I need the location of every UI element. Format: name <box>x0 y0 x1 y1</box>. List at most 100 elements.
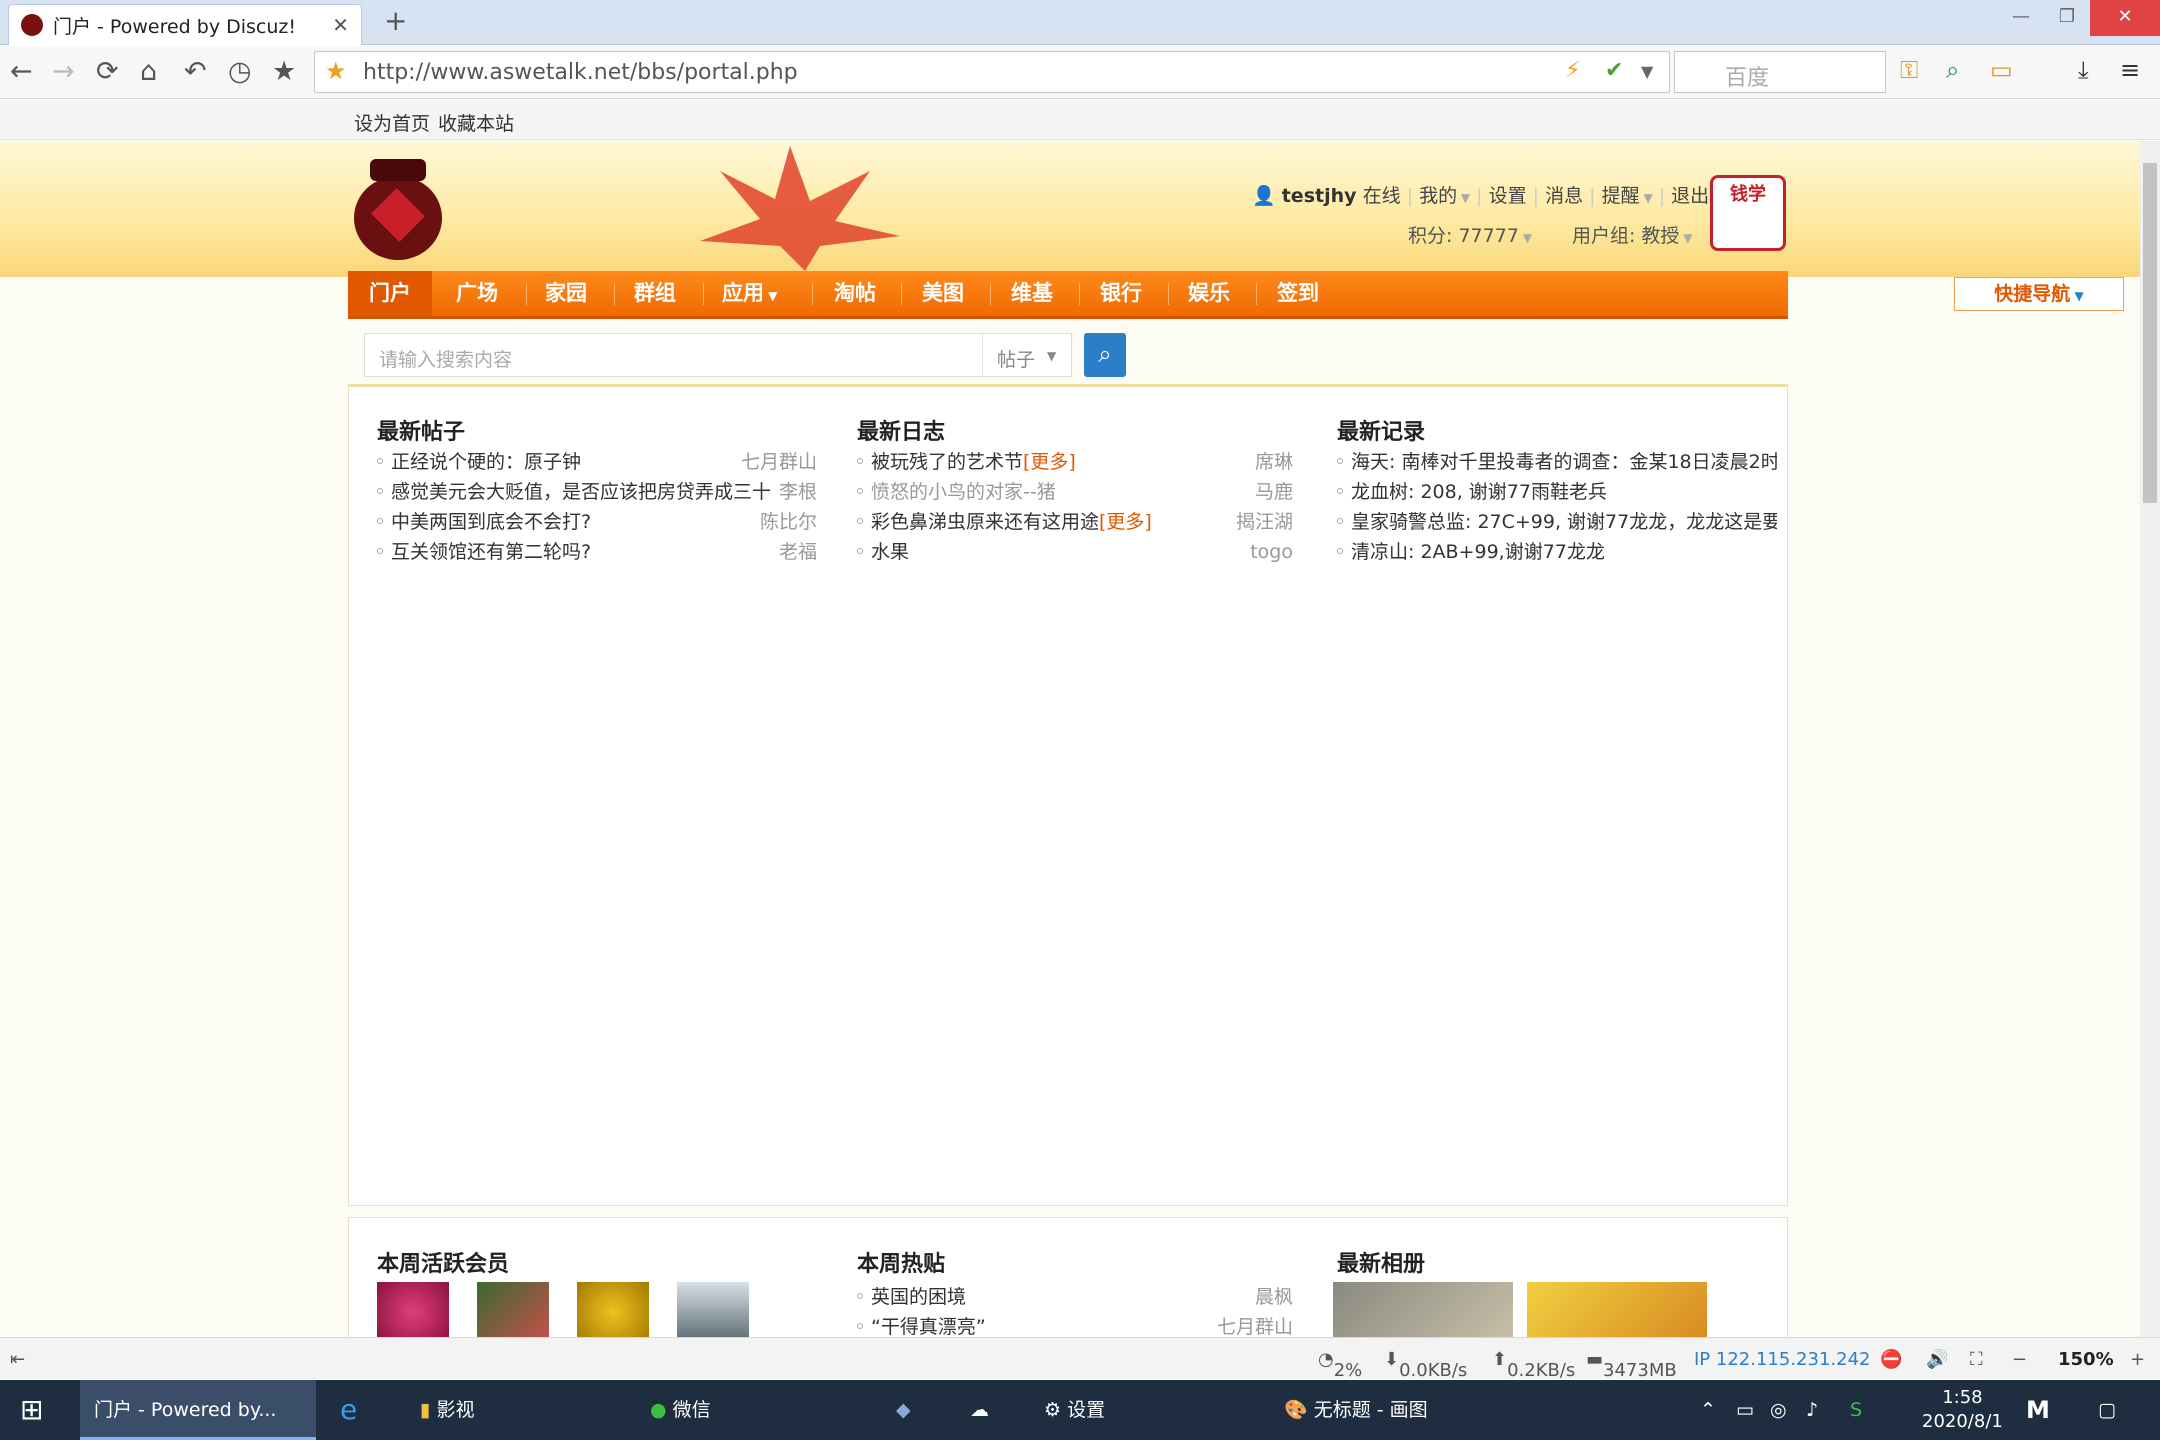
close-window-icon[interactable]: ✕ <box>2090 0 2160 36</box>
find-icon[interactable]: ⌕ <box>1946 56 1959 84</box>
list-item[interactable]: 愤怒的小鸟的对家--猪 马鹿 <box>857 477 1293 507</box>
ip-address: IP 122.115.231.242 <box>1694 1349 1871 1370</box>
album-thumbnail[interactable] <box>1527 1282 1707 1337</box>
bookmark-set-home[interactable]: 设为首页 <box>354 109 430 136</box>
taskbar-paint[interactable]: 🎨 无标题 - 画图 <box>1284 1380 1428 1440</box>
fullscreen-icon[interactable]: ⛶ <box>1970 1349 1983 1370</box>
taskbar: ⊞ 门户 - Powered by... e ▮ 影视 ● 微信 ◆ ☁ ⚙ 设… <box>0 1380 2160 1440</box>
lightning-icon[interactable]: ⚡ <box>1565 58 1580 83</box>
list-item[interactable]: 皇家骑警总监: 27C+99, 谢谢77龙龙，龙龙这是要爆 <box>1337 507 1777 537</box>
logout-link[interactable]: 退出 <box>1671 185 1709 207</box>
favorites-icon[interactable]: ★ <box>272 56 296 87</box>
network-icon[interactable]: ◎ <box>1770 1380 1787 1440</box>
zoom-level[interactable]: 150% <box>2058 1349 2114 1370</box>
quick-nav-button[interactable]: 快捷导航 ▼ <box>1954 277 2124 311</box>
username-link[interactable]: testjhy <box>1282 185 1357 207</box>
menu-apps[interactable]: 应用 ▼ <box>722 271 777 316</box>
taskbar-video[interactable]: ▮ 影视 <box>410 1380 475 1440</box>
list-item[interactable]: 清凉山: 2AB+99,谢谢77龙龙 <box>1337 537 1777 567</box>
points-link[interactable]: 积分: 77777 <box>1408 225 1519 247</box>
sidebar-toggle-icon[interactable]: ⇤ <box>10 1349 25 1370</box>
search-type-select[interactable]: 帖子 ▼ <box>982 333 1072 377</box>
page-scrollbar[interactable] <box>2140 141 2160 1337</box>
menu-home[interactable]: 家园 <box>545 271 587 316</box>
online-status[interactable]: 在线 <box>1363 185 1401 207</box>
tray-chevron-icon[interactable]: ⌃ <box>1700 1380 1716 1440</box>
list-item[interactable]: 海天: 南棒对千里投毒者的调查：金某18日凌晨2时 ... <box>1337 447 1777 477</box>
key-icon[interactable]: ⚿ <box>1900 56 1918 84</box>
menu-checkin[interactable]: 签到 <box>1277 271 1319 316</box>
volume-icon[interactable]: 🔊 <box>1926 1349 1948 1370</box>
bookmark-star-icon[interactable]: ★ <box>325 57 347 85</box>
close-tab-icon[interactable]: ✕ <box>332 13 349 37</box>
dropdown-icon[interactable]: ▼ <box>1641 62 1653 81</box>
my-link[interactable]: 我的 <box>1419 185 1457 207</box>
list-item[interactable]: 水果 togo <box>857 537 1293 567</box>
site-search-input[interactable]: 请输入搜索内容 <box>364 333 984 377</box>
reload-icon[interactable]: ⟳ <box>96 56 119 87</box>
plugin-icon[interactable]: ✔ <box>1605 58 1623 83</box>
clock[interactable]: 1:58 2020/8/1 <box>1922 1386 2003 1446</box>
download-icon[interactable]: ⤓ <box>2078 56 2089 84</box>
minimize-icon[interactable]: — <box>1998 0 2044 36</box>
usergroup-link[interactable]: 用户组: 教授 <box>1572 225 1679 247</box>
address-bar[interactable]: ★ http://www.aswetalk.net/bbs/portal.php… <box>314 51 1670 93</box>
baidu-netdisk-icon[interactable]: ☁ <box>970 1380 989 1440</box>
restore-icon[interactable]: ❐ <box>2044 0 2090 36</box>
menu-bank[interactable]: 银行 <box>1100 271 1142 316</box>
list-item[interactable]: 英国的困境 晨枫 <box>857 1282 1293 1312</box>
taskbar-browser[interactable]: 门户 - Powered by... <box>80 1380 316 1440</box>
taskbar-settings[interactable]: ⚙ 设置 <box>1044 1380 1105 1440</box>
menu-entertainment[interactable]: 娱乐 <box>1188 271 1230 316</box>
site-logo[interactable] <box>348 153 448 263</box>
zoom-in-icon[interactable]: + <box>2130 1349 2145 1370</box>
avatar[interactable] <box>477 1282 549 1337</box>
messages-link[interactable]: 消息 <box>1545 185 1583 207</box>
security-tray-icon[interactable]: S <box>1850 1380 1862 1440</box>
list-item[interactable]: 彩色鼻涕虫原来还有这用途[更多] 揭汪湖 <box>857 507 1293 537</box>
forward-icon[interactable]: → <box>52 56 75 87</box>
settings-link[interactable]: 设置 <box>1489 185 1527 207</box>
adblock-icon[interactable]: ⛔ <box>1880 1349 1902 1370</box>
avatar[interactable] <box>677 1282 749 1337</box>
edge-icon[interactable]: e <box>340 1380 357 1440</box>
menu-portal[interactable]: 门户 <box>348 271 432 316</box>
undo-close-icon[interactable]: ↶ <box>184 56 207 87</box>
search-engine-box[interactable]: 百度 <box>1674 51 1886 93</box>
window-icon[interactable]: ▭ <box>1990 56 2013 84</box>
back-icon[interactable]: ← <box>10 56 33 87</box>
remind-link[interactable]: 提醒 <box>1602 185 1640 207</box>
menu-pictures[interactable]: 美图 <box>922 271 964 316</box>
list-item[interactable]: 正经说个硬的：原子钟 七月群山 <box>377 447 817 477</box>
list-item[interactable]: 龙血树: 208, 谢谢77雨鞋老兵 <box>1337 477 1777 507</box>
list-item[interactable]: 互关领馆还有第二轮吗? 老福 <box>377 537 817 567</box>
search-button[interactable]: ⌕ <box>1084 333 1126 377</box>
browser-tab[interactable]: 门户 - Powered by Discuz! ✕ <box>8 4 362 45</box>
windows-start-icon[interactable]: ⊞ <box>20 1380 43 1440</box>
home-icon[interactable]: ⌂ <box>140 56 157 87</box>
list-item[interactable]: 被玩残了的艺术节[更多] 席琳 <box>857 447 1293 477</box>
notification-icon[interactable]: ▢ <box>2098 1380 2116 1440</box>
zoom-out-icon[interactable]: − <box>2012 1349 2027 1370</box>
taskbar-wechat[interactable]: ● 微信 <box>650 1380 711 1440</box>
history-icon[interactable]: ◷ <box>228 56 252 87</box>
list-item[interactable]: 感觉美元会大贬值，是否应该把房贷弄成三十 李根 <box>377 477 817 507</box>
menu-square[interactable]: 广场 <box>456 271 498 316</box>
menu-icon[interactable]: ≡ <box>2120 56 2140 84</box>
list-item[interactable]: “干得真漂亮” 七月群山 <box>857 1312 1293 1337</box>
menu-group[interactable]: 群组 <box>634 271 676 316</box>
scrollbar-thumb[interactable] <box>2143 163 2157 503</box>
menu-taotie[interactable]: 淘帖 <box>834 271 876 316</box>
bookmark-add-favorite[interactable]: 收藏本站 <box>438 109 514 136</box>
taskbar-app-icon[interactable]: ◆ <box>896 1380 911 1440</box>
volume-tray-icon[interactable]: ♪ <box>1806 1380 1818 1440</box>
hot-posts-title: 本周热贴 <box>857 1252 946 1277</box>
avatar[interactable] <box>577 1282 649 1337</box>
battery-icon[interactable]: ▭ <box>1736 1380 1754 1440</box>
avatar[interactable] <box>377 1282 449 1337</box>
menu-wiki[interactable]: 维基 <box>1011 271 1053 316</box>
album-thumbnail[interactable] <box>1333 1282 1513 1337</box>
input-method-icon[interactable]: M <box>2026 1380 2050 1440</box>
new-tab-icon[interactable]: + <box>384 4 407 37</box>
list-item[interactable]: 中美两国到底会不会打? 陈比尔 <box>377 507 817 537</box>
